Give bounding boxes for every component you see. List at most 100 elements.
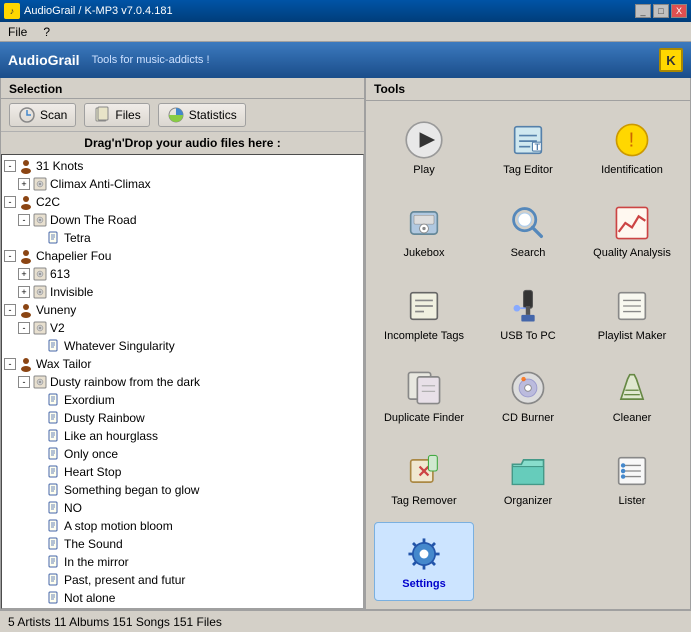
album-icon <box>32 320 48 336</box>
header-bar: AudioGrail Tools for music-addicts ! K <box>0 42 691 78</box>
album-icon <box>32 176 48 192</box>
files-label: Files <box>115 108 140 122</box>
statistics-button[interactable]: Statistics <box>158 103 246 127</box>
tree-song[interactable]: Like an hourglass <box>4 427 361 445</box>
tree-song[interactable]: Down in flames <box>4 607 361 609</box>
song-icon <box>46 518 62 534</box>
tree-song[interactable]: In the mirror <box>4 553 361 571</box>
tree-album[interactable]: + Climax Anti-Climax <box>4 175 361 193</box>
artist-label: Wax Tailor <box>36 357 91 371</box>
tool-playlist-maker[interactable]: Playlist Maker <box>582 274 682 353</box>
status-text: 5 Artists 11 Albums 151 Songs 151 Files <box>8 615 222 629</box>
tree-song[interactable]: A stop motion bloom <box>4 517 361 535</box>
expand-icon[interactable]: - <box>18 214 30 226</box>
tool-jukebox[interactable]: Jukebox <box>374 192 474 271</box>
settings-icon <box>404 534 444 574</box>
minimize-button[interactable]: _ <box>635 4 651 18</box>
tree-song[interactable]: Not alone <box>4 589 361 607</box>
tree-song[interactable]: NO <box>4 499 361 517</box>
statistics-icon <box>167 106 185 124</box>
song-label: Not alone <box>64 591 115 605</box>
menu-bar: File ? <box>0 22 691 42</box>
album-label: Climax Anti-Climax <box>50 177 151 191</box>
scan-button[interactable]: Scan <box>9 103 76 127</box>
artist-label: 31 Knots <box>36 159 83 173</box>
jukebox-label: Jukebox <box>404 247 445 259</box>
tree-song[interactable]: Heart Stop <box>4 463 361 481</box>
organizer-label: Organizer <box>504 495 552 507</box>
tree-album[interactable]: - V2 <box>4 319 361 337</box>
tool-play[interactable]: Play <box>374 109 474 188</box>
tool-tag-remover[interactable]: Tag Remover <box>374 440 474 519</box>
quality-analysis-icon <box>612 203 652 243</box>
files-button[interactable]: Files <box>84 103 149 127</box>
identification-label: Identification <box>601 164 663 176</box>
expand-icon[interactable]: + <box>18 286 30 298</box>
cleaner-label: Cleaner <box>613 412 652 424</box>
song-icon <box>46 446 62 462</box>
expand-icon[interactable]: - <box>4 250 16 262</box>
expand-icon[interactable]: - <box>4 160 16 172</box>
expand-icon[interactable]: - <box>18 376 30 388</box>
album-icon <box>32 374 48 390</box>
tree-artist[interactable]: - 31 Knots <box>4 157 361 175</box>
song-icon <box>46 500 62 516</box>
menu-help[interactable]: ? <box>39 24 54 40</box>
file-tree[interactable]: - 31 Knots + Climax Anti <box>1 154 364 609</box>
tool-cleaner[interactable]: Cleaner <box>582 357 682 436</box>
tree-artist[interactable]: - Wax Tailor <box>4 355 361 373</box>
tree-album[interactable]: - Dusty rainbow from the dark <box>4 373 361 391</box>
artist-icon <box>18 248 34 264</box>
tag-editor-icon: T <box>508 120 548 160</box>
k-logo: K <box>659 48 683 72</box>
tool-incomplete-tags[interactable]: Incomplete Tags <box>374 274 474 353</box>
expand-icon[interactable]: - <box>4 304 16 316</box>
tool-search[interactable]: Search <box>478 192 578 271</box>
duplicate-finder-icon <box>404 368 444 408</box>
maximize-button[interactable]: □ <box>653 4 669 18</box>
tree-album[interactable]: + Invisible <box>4 283 361 301</box>
statistics-label: Statistics <box>189 108 237 122</box>
close-button[interactable]: X <box>671 4 687 18</box>
tree-song[interactable]: Past, present and futur <box>4 571 361 589</box>
tree-song[interactable]: Tetra <box>4 229 361 247</box>
tree-song[interactable]: Whatever Singularity <box>4 337 361 355</box>
svg-text:!: ! <box>629 130 635 152</box>
tree-song[interactable]: Dusty Rainbow <box>4 409 361 427</box>
album-label: Down The Road <box>50 213 137 227</box>
song-icon <box>46 554 62 570</box>
tree-song[interactable]: The Sound <box>4 535 361 553</box>
tool-settings[interactable]: Settings <box>374 522 474 601</box>
expand-icon[interactable]: + <box>18 268 30 280</box>
tree-album[interactable]: + 613 <box>4 265 361 283</box>
tool-lister[interactable]: Lister <box>582 440 682 519</box>
tool-identification[interactable]: ! Identification <box>582 109 682 188</box>
tool-duplicate-finder[interactable]: Duplicate Finder <box>374 357 474 436</box>
expand-icon[interactable]: - <box>18 322 30 334</box>
tools-header: Tools <box>366 78 690 101</box>
tree-album[interactable]: - Down The Road <box>4 211 361 229</box>
tree-song[interactable]: Only once <box>4 445 361 463</box>
expand-icon[interactable]: + <box>18 178 30 190</box>
tree-artist[interactable]: - C2C <box>4 193 361 211</box>
tree-artist[interactable]: - Chapelier Fou <box>4 247 361 265</box>
tool-organizer[interactable]: Organizer <box>478 440 578 519</box>
song-label: Heart Stop <box>64 465 121 479</box>
jukebox-icon <box>404 203 444 243</box>
tool-tag-editor[interactable]: T Tag Editor <box>478 109 578 188</box>
expand-icon[interactable]: - <box>4 358 16 370</box>
song-icon <box>46 572 62 588</box>
tool-quality-analysis[interactable]: Quality Analysis <box>582 192 682 271</box>
tag-editor-label: Tag Editor <box>503 164 553 176</box>
settings-label: Settings <box>402 578 445 590</box>
expand-icon[interactable]: - <box>4 196 16 208</box>
song-label: Like an hourglass <box>64 429 158 443</box>
organizer-icon <box>508 451 548 491</box>
tool-usb-to-pc[interactable]: USB To PC <box>478 274 578 353</box>
tree-song[interactable]: Exordium <box>4 391 361 409</box>
tree-song[interactable]: Something began to glow <box>4 481 361 499</box>
tool-cd-burner[interactable]: CD Burner <box>478 357 578 436</box>
menu-file[interactable]: File <box>4 24 31 40</box>
window-title: AudioGrail / K-MP3 v7.0.4.181 <box>24 5 173 17</box>
tree-artist[interactable]: - Vuneny <box>4 301 361 319</box>
